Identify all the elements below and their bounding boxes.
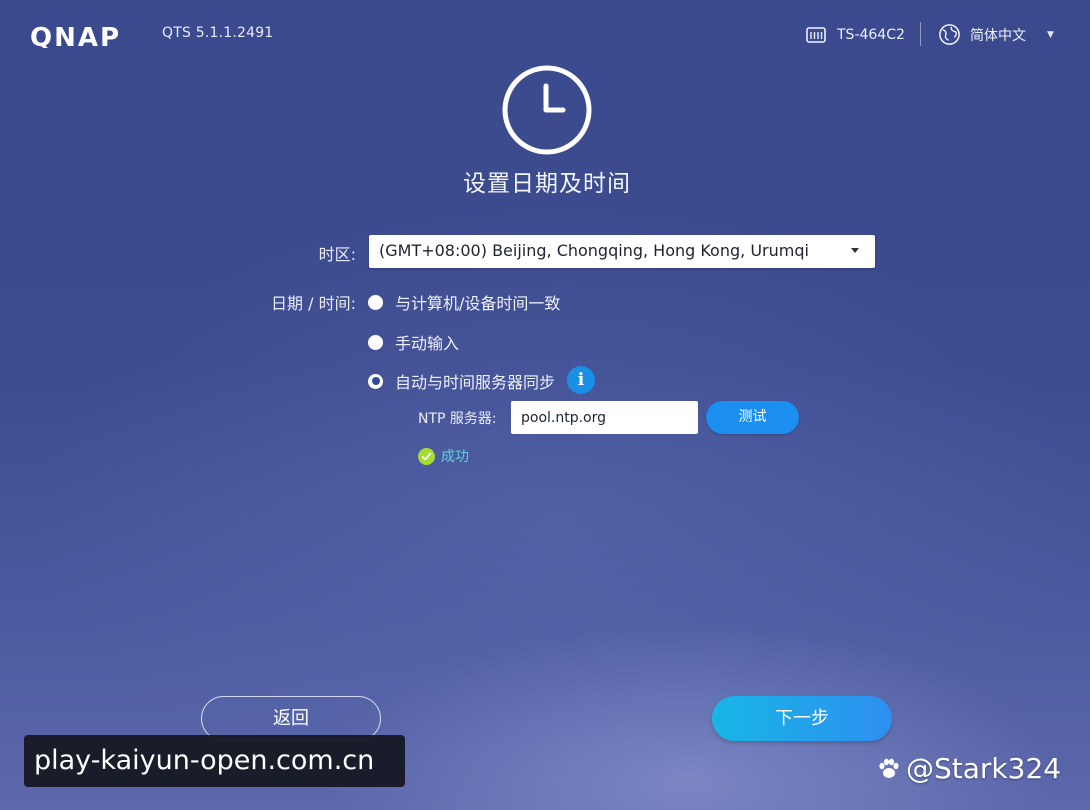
- nas-device-icon: [806, 27, 826, 43]
- caret-down-icon: ▼: [1047, 29, 1054, 40]
- ntp-test-status: 成功: [418, 446, 469, 466]
- option-manual-input[interactable]: 手动输入: [368, 330, 459, 354]
- check-circle-icon: [418, 447, 435, 465]
- radio-button[interactable]: [368, 334, 383, 350]
- next-button[interactable]: 下一步: [712, 696, 892, 741]
- page-title: 设置日期及时间: [463, 171, 631, 197]
- language-selector[interactable]: 简体中文 ▼: [938, 23, 1054, 46]
- ntp-server-label: NTP 服务器:: [418, 411, 497, 427]
- status-text: 成功: [441, 449, 469, 465]
- chevron-down-icon: [851, 248, 859, 253]
- device-model-label: TS-464C2: [837, 27, 905, 43]
- datetime-label: 日期 / 时间:: [271, 294, 356, 313]
- timezone-value: (GMT+08:00) Beijing, Chongqing, Hong Kon…: [379, 241, 809, 260]
- timezone-select[interactable]: (GMT+08:00) Beijing, Chongqing, Hong Kon…: [369, 235, 875, 268]
- info-icon[interactable]: i: [567, 366, 596, 394]
- radio-button-selected[interactable]: [368, 373, 383, 389]
- ntp-server-input[interactable]: [511, 401, 698, 434]
- test-button[interactable]: 测试: [706, 401, 799, 434]
- checkmark-icon: [421, 452, 432, 460]
- option-label: 手动输入: [395, 334, 460, 353]
- device-model: TS-464C2: [805, 24, 905, 46]
- watermark-author: @Stark324: [876, 752, 1061, 785]
- paw-icon: [879, 758, 899, 778]
- header-divider: [920, 22, 921, 46]
- radio-button[interactable]: [368, 294, 383, 310]
- watermark-url: play-kaiyun-open.com.cn: [24, 735, 405, 787]
- option-ntp-sync[interactable]: 自动与时间服务器同步 i: [368, 366, 596, 394]
- watermark-author-text: @Stark324: [906, 752, 1062, 785]
- option-label: 与计算机/设备时间一致: [395, 294, 561, 313]
- globe-icon: [939, 24, 960, 45]
- language-label: 简体中文: [970, 27, 1026, 44]
- timezone-label: 时区:: [318, 245, 356, 264]
- option-label: 自动与时间服务器同步: [395, 373, 556, 392]
- logo-text: QNAP: [30, 24, 121, 48]
- firmware-version: QTS 5.1.1.2491: [162, 25, 274, 41]
- setup-wizard-screen: QNAP QTS 5.1.1.2491 TS-464C2 简体中文 ▼ 设置日期…: [0, 0, 1090, 810]
- option-sync-with-computer[interactable]: 与计算机/设备时间一致: [368, 290, 560, 314]
- qnap-logo: QNAP: [30, 24, 121, 48]
- clock-icon: [502, 65, 592, 155]
